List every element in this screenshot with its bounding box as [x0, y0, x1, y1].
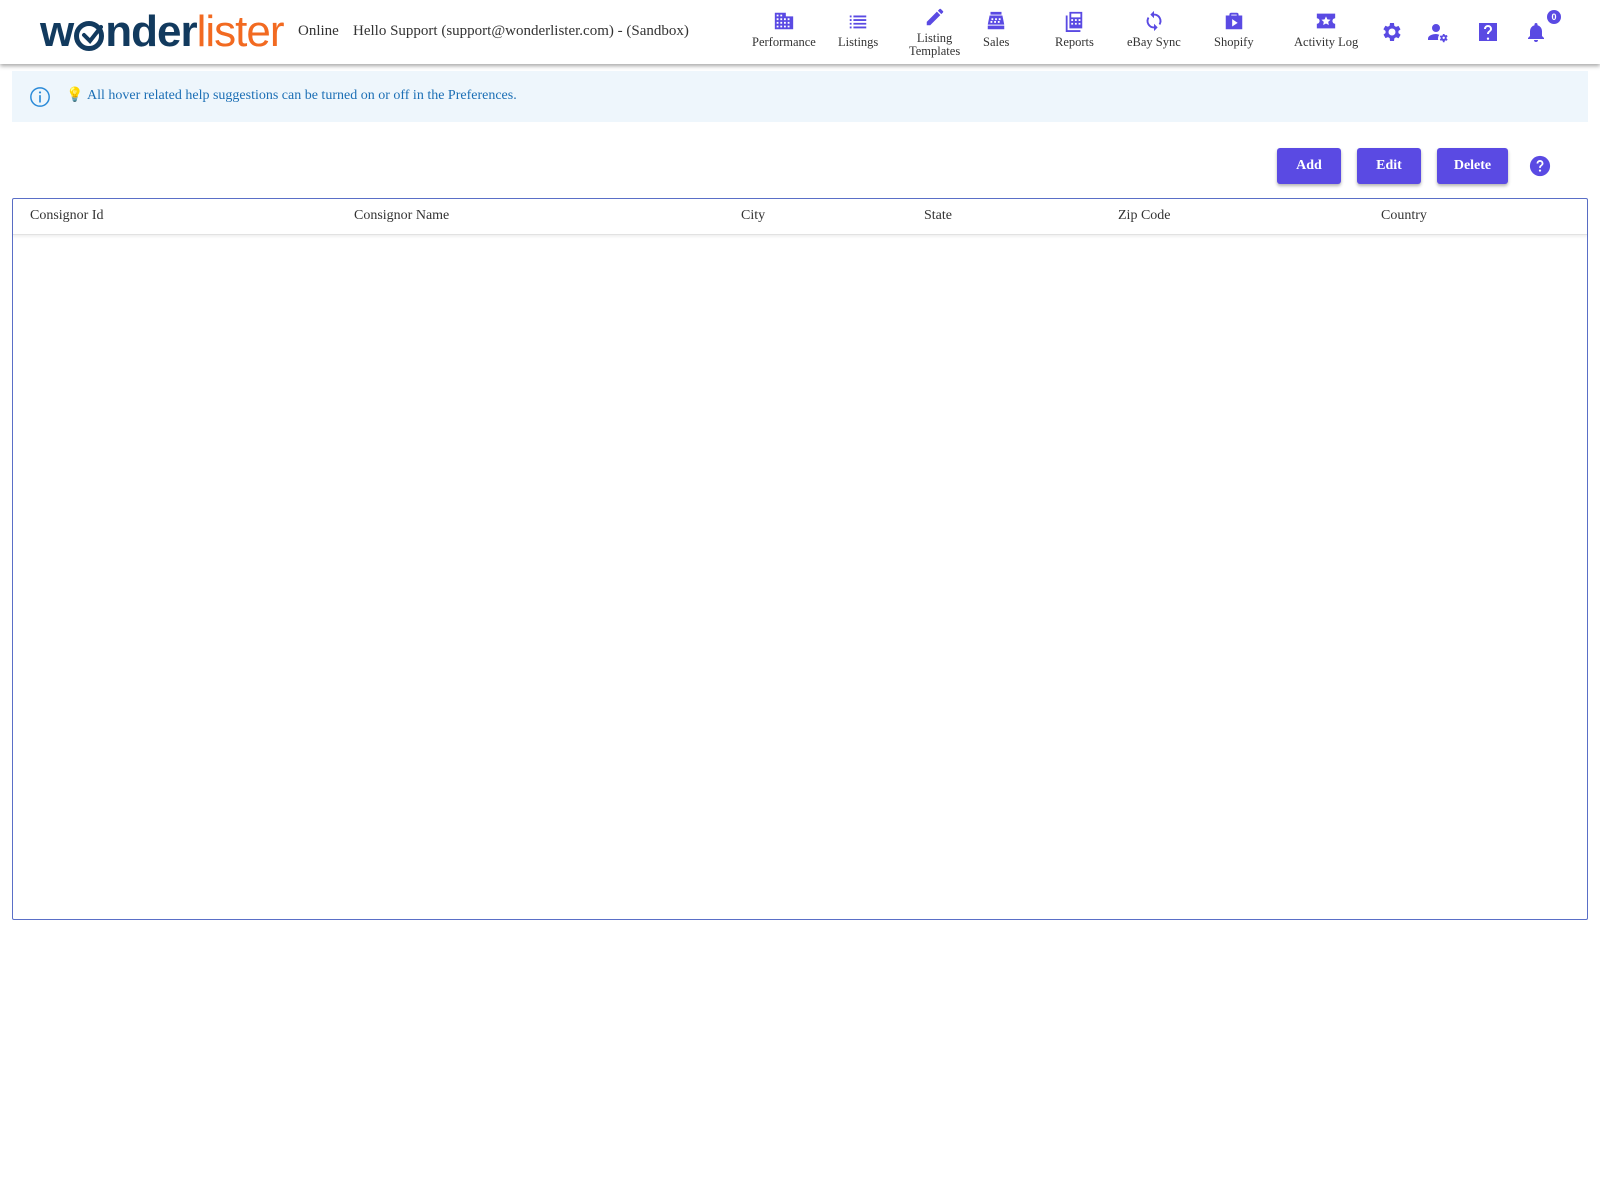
nav-sales[interactable]: Sales: [983, 10, 1009, 49]
top-header: w nder lister Online Hello Support (supp…: [0, 0, 1600, 64]
sync-icon: [1146, 10, 1162, 32]
column-header-consignor-id[interactable]: Consignor Id: [30, 208, 104, 224]
ticket-star-icon: [1316, 13, 1336, 29]
user-greeting: Hello Support (support@wonderlister.com)…: [353, 23, 689, 39]
delete-button[interactable]: Delete: [1437, 148, 1508, 184]
edit-button[interactable]: Edit: [1357, 148, 1421, 184]
help-square-icon[interactable]: [1476, 20, 1500, 44]
building-icon: [774, 12, 794, 30]
column-header-city[interactable]: City: [741, 208, 765, 224]
column-header-consignor-name[interactable]: Consignor Name: [354, 208, 449, 224]
nav-shopify[interactable]: Shopify: [1214, 10, 1254, 49]
column-header-zip-code[interactable]: Zip Code: [1118, 208, 1171, 224]
wonderlister-logo[interactable]: w nder lister: [40, 8, 284, 56]
bell-icon[interactable]: [1524, 20, 1548, 44]
add-button[interactable]: Add: [1277, 148, 1341, 184]
user-settings-icon[interactable]: [1427, 20, 1451, 44]
banner-message: All hover related help suggestions can b…: [87, 88, 517, 103]
pencil-icon: [926, 8, 943, 26]
column-header-country[interactable]: Country: [1381, 208, 1427, 224]
list-icon: [849, 15, 867, 29]
calculator-icon: [1066, 11, 1083, 32]
checkmark-o-icon: [74, 21, 105, 51]
nav-activity-log[interactable]: Activity Log: [1294, 10, 1358, 49]
online-status: Online: [298, 23, 339, 39]
table-header-row: Consignor Id Consignor Name City State Z…: [13, 199, 1587, 235]
column-header-state[interactable]: State: [924, 208, 952, 224]
shopping-bag-icon: [1225, 12, 1243, 30]
nav-performance[interactable]: Performance: [752, 10, 816, 49]
gear-icon[interactable]: [1379, 20, 1403, 44]
nav-ebay-sync[interactable]: eBay Sync: [1127, 10, 1181, 49]
info-banner: 💡 All hover related help suggestions can…: [12, 71, 1588, 122]
nav-reports[interactable]: Reports: [1055, 10, 1094, 49]
consignor-table: Consignor Id Consignor Name City State Z…: [12, 198, 1588, 920]
info-circle-icon: [30, 87, 50, 107]
help-circle-icon[interactable]: [1529, 155, 1551, 177]
notification-count-badge: 0: [1547, 10, 1561, 24]
nav-listing-templates[interactable]: Listing Templates: [909, 6, 960, 58]
nav-listings[interactable]: Listings: [838, 10, 878, 49]
cash-register-icon: [987, 11, 1005, 30]
lightbulb-icon: 💡: [66, 88, 84, 103]
